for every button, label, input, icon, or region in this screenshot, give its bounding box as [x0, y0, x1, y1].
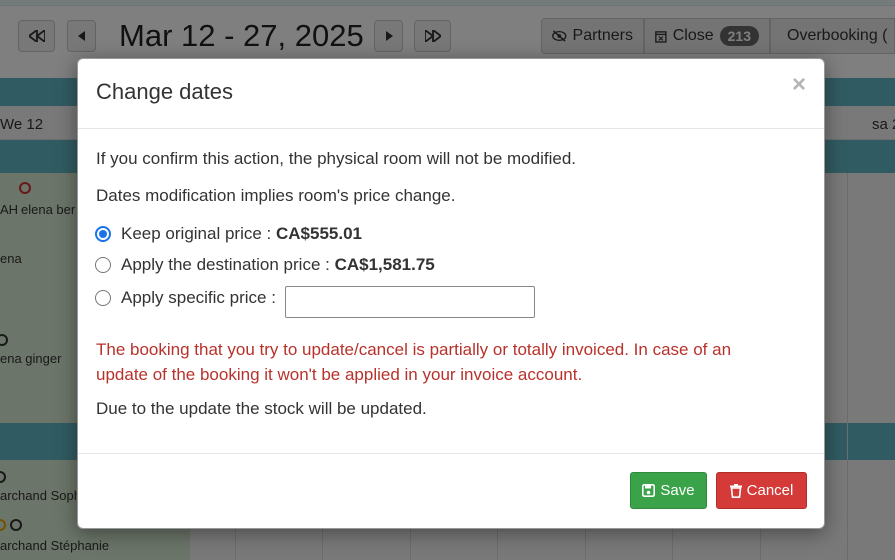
radio-specific-price[interactable] — [95, 290, 111, 306]
option-price: CA$555.01 — [275, 224, 362, 243]
trash-icon — [729, 483, 742, 498]
modal-body: If you confirm this action, the physical… — [78, 129, 824, 454]
option-label: Apply specific price : — [121, 288, 276, 307]
close-icon[interactable]: × — [792, 73, 806, 97]
save-label: Save — [660, 482, 695, 499]
modal-title: Change dates — [96, 79, 233, 104]
radio-destination-price[interactable] — [95, 257, 111, 273]
option-price: CA$1,581.75 — [334, 255, 435, 274]
option-destination-price[interactable]: Apply the destination price : CA$1,581.7… — [121, 255, 435, 275]
change-dates-modal: Change dates × If you confirm this actio… — [77, 58, 825, 529]
specific-price-input[interactable] — [285, 286, 535, 318]
modal-header: Change dates × — [78, 59, 824, 129]
option-label: Apply the destination price : — [121, 255, 335, 274]
cancel-label: Cancel — [746, 482, 794, 499]
cancel-button[interactable]: Cancel — [716, 472, 807, 509]
modal-footer: Save Cancel — [78, 454, 824, 530]
save-button[interactable]: Save — [630, 472, 707, 509]
option-label: Keep original price : — [121, 224, 276, 243]
stock-note: Due to the update the stock will be upda… — [96, 399, 427, 418]
save-icon — [642, 484, 656, 497]
invoice-warning: The booking that you try to update/cance… — [96, 340, 732, 384]
info-text-room: If you confirm this action, the physical… — [96, 149, 576, 168]
option-specific-price[interactable]: Apply specific price : — [121, 288, 276, 308]
option-keep-original-price[interactable]: Keep original price : CA$555.01 — [121, 224, 362, 244]
radio-keep-original-price[interactable] — [95, 226, 111, 242]
info-text-price: Dates modification implies room's price … — [96, 186, 456, 205]
